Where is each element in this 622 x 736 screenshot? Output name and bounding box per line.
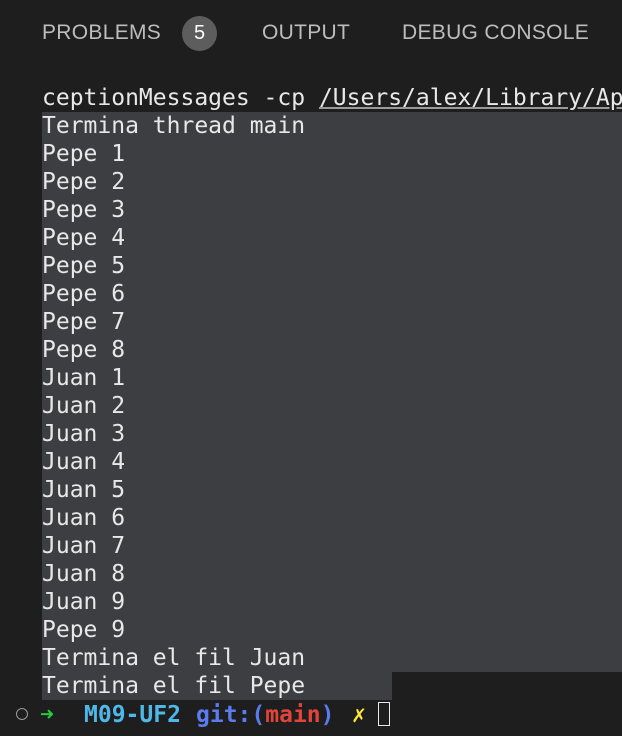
output-lines: Termina thread main Pepe 1 Pepe 2 Pepe 3 Pep…: [42, 112, 622, 700]
output-line: Pepe 6: [42, 281, 126, 307]
prompt-arrow-icon: ➜: [40, 702, 54, 728]
output-line: Pepe 5: [42, 253, 126, 279]
output-line: Pepe 9: [42, 617, 126, 643]
output-line: Pepe 3: [42, 197, 126, 223]
command-path-link[interactable]: /Users/alex/Library/Ap: [319, 85, 622, 111]
prompt-directory: M09-UF2: [84, 702, 181, 728]
output-line: Pepe 4: [42, 225, 126, 251]
output-line: Termina el fil Pepe: [42, 673, 306, 699]
shell-prompt: ➜ M09-UF2 git:(main) ✗: [0, 700, 622, 730]
prompt-status-icon: [16, 708, 28, 720]
prompt-dirty-icon: ✗: [352, 702, 366, 728]
terminal-content[interactable]: ceptionMessages -cp /Users/alex/Library/…: [0, 84, 622, 736]
tab-output[interactable]: OUTPUT: [262, 20, 350, 46]
output-line: Pepe 1: [42, 141, 126, 167]
command-text: ceptionMessages -cp: [42, 85, 319, 111]
command-line: ceptionMessages -cp /Users/alex/Library/…: [42, 84, 622, 112]
panel-tab-bar: PROBLEMS 5 OUTPUT DEBUG CONSOLE: [0, 0, 622, 68]
prompt-git-close: ): [320, 702, 335, 728]
output-line: Juan 3: [42, 421, 126, 447]
output-line: Juan 9: [42, 589, 126, 615]
output-line: Juan 1: [42, 365, 126, 391]
output-line: Juan 5: [42, 477, 126, 503]
output-line: Juan 4: [42, 449, 126, 475]
output-line: Juan 8: [42, 561, 126, 587]
prompt-git-status: git:(main): [196, 700, 335, 730]
output-line: Termina el fil Juan: [42, 645, 306, 671]
tab-debug-console[interactable]: DEBUG CONSOLE: [402, 20, 589, 46]
output-line: Juan 2: [42, 393, 126, 419]
prompt-git-label: git:(: [196, 702, 266, 728]
output-line: Pepe 8: [42, 337, 126, 363]
problems-count-badge: 5: [182, 16, 217, 51]
output-line: Juan 7: [42, 533, 126, 559]
output-line: Pepe 7: [42, 309, 126, 335]
output-line: Pepe 2: [42, 169, 126, 195]
prompt-git-branch: main: [265, 702, 321, 728]
output-line: Juan 6: [42, 505, 126, 531]
output-line: Termina thread main: [42, 113, 306, 139]
terminal-panel: PROBLEMS 5 OUTPUT DEBUG CONSOLE ceptionM…: [0, 0, 622, 736]
tab-problems[interactable]: PROBLEMS: [42, 20, 161, 46]
terminal-cursor[interactable]: [378, 702, 390, 726]
